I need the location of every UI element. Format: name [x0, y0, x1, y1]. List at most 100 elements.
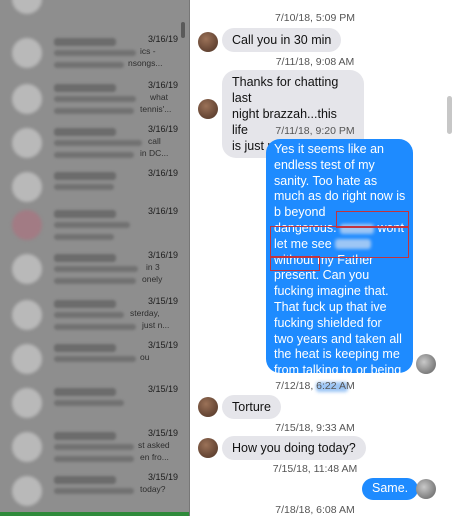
conversation-date: 3/16/19	[147, 124, 178, 134]
conversation-row[interactable]: 3/16/19 in 3 onely	[0, 248, 189, 294]
incoming-message-bubble[interactable]: How you doing today?	[222, 436, 366, 460]
snippet-redacted	[54, 266, 138, 272]
contact-avatar	[12, 254, 42, 284]
contact-avatar	[12, 300, 42, 330]
conversation-snippet: st asked	[138, 440, 170, 450]
conversation-row[interactable]: 3/15/19 ou	[0, 338, 189, 384]
conversation-date: 3/16/19	[147, 168, 178, 178]
conversation-row[interactable]: 3/16/19	[0, 204, 189, 250]
sidebar-scrollbar[interactable]	[181, 22, 185, 38]
snippet-redacted	[54, 400, 124, 406]
contact-name-redacted	[54, 38, 116, 46]
contact-avatar	[12, 432, 42, 462]
outgoing-message-bubble[interactable]: Yes it seems like an endless test of my …	[266, 139, 413, 393]
conversation-row[interactable]	[0, 0, 189, 24]
conversation-snippet: in 3	[146, 262, 160, 272]
contact-avatar	[12, 388, 42, 418]
conversation-snippet: ics -	[140, 46, 156, 56]
message-line: endless test of my	[274, 157, 375, 172]
message-timestamp: 7/12/18, 6:22 AM	[275, 380, 355, 392]
conversation-row[interactable]: 3/15/19	[0, 382, 189, 428]
snippet-redacted	[54, 152, 134, 158]
message-line: dangerous. wont	[274, 220, 404, 235]
message-line: fucking shielded for	[274, 315, 382, 330]
conversation-date: 3/15/19	[147, 428, 178, 438]
snippet-redacted	[54, 222, 130, 228]
contact-avatar	[12, 38, 42, 68]
message-transcript: 7/10/18, 5:09 PM Call you in 30 min 7/11…	[190, 0, 458, 516]
message-line: That fuck up that ive	[274, 299, 387, 314]
snippet-redacted	[54, 356, 136, 362]
message-line: without my Father	[274, 252, 374, 267]
message-timestamp: 7/15/18, 11:48 AM	[272, 463, 358, 475]
message-line: Thanks for chatting last	[232, 75, 339, 105]
sidebar-footer-bar	[0, 512, 189, 516]
conversation-snippet: today?	[140, 484, 166, 494]
message-timestamp: 7/18/18, 6:08 AM	[275, 504, 355, 516]
contact-name-redacted	[54, 344, 116, 352]
user-avatar	[416, 354, 436, 374]
conversation-row[interactable]: 3/15/19 st asked en fro...	[0, 426, 189, 472]
message-timestamp: 7/11/18, 9:20 PM	[275, 125, 355, 137]
message-line: fucking imagine that.	[274, 284, 389, 299]
conversation-date: 3/15/19	[147, 384, 178, 394]
contact-avatar	[198, 397, 218, 417]
snippet-redacted	[54, 456, 134, 462]
conversation-date: 3/15/19	[147, 340, 178, 350]
conversation-snippet: just n...	[142, 320, 170, 330]
conversation-snippet: onely	[142, 274, 163, 284]
contact-name-redacted	[54, 210, 116, 218]
contact-name-redacted	[54, 476, 116, 484]
contact-avatar	[12, 172, 42, 202]
user-avatar	[416, 479, 436, 499]
conversation-date: 3/16/19	[147, 34, 178, 44]
outgoing-message-bubble[interactable]: Same.	[362, 478, 419, 500]
contact-name-redacted	[54, 128, 116, 136]
contact-avatar	[12, 84, 42, 114]
conversation-snippet: tennis'...	[140, 104, 172, 114]
contact-name-redacted	[54, 300, 116, 308]
message-line: Yes it seems like an	[274, 142, 385, 156]
contact-avatar	[198, 32, 218, 52]
incoming-message-bubble[interactable]: Call you in 30 min	[222, 28, 342, 52]
message-line: from talking to or being	[274, 363, 402, 378]
message-line: present. Can you	[274, 268, 370, 283]
snippet-redacted	[54, 108, 134, 114]
incoming-message-bubble[interactable]: Torture	[222, 395, 281, 419]
snippet-redacted	[54, 62, 124, 68]
snippet-redacted	[54, 234, 114, 240]
snippet-redacted	[54, 278, 136, 284]
message-line: sanity. Too hate as	[274, 173, 378, 188]
conversation-snippet: sterday,	[130, 308, 160, 318]
conversation-snippet: nsongs...	[128, 58, 163, 68]
conversation-row[interactable]: 3/16/19 ics - nsongs...	[0, 32, 189, 78]
contact-avatar	[12, 476, 42, 506]
contact-avatar	[198, 438, 218, 458]
conversation-date: 3/15/19	[147, 472, 178, 482]
conversation-row[interactable]: 3/16/19 call in DC...	[0, 122, 189, 168]
conversation-list: 3/16/19 ics - nsongs... 3/16/19 what ten…	[0, 0, 190, 516]
snippet-redacted	[54, 50, 136, 56]
snippet-redacted	[54, 312, 124, 318]
message-line: let me see	[274, 237, 406, 253]
contact-name-redacted	[54, 172, 116, 180]
contact-avatar	[12, 0, 42, 14]
contact-avatar	[12, 344, 42, 374]
conversation-date: 3/16/19	[147, 206, 178, 216]
message-timestamp: 7/15/18, 9:33 AM	[275, 422, 355, 434]
redacted-name	[335, 239, 372, 250]
transcript-scrollbar[interactable]	[447, 96, 452, 134]
contact-avatar	[12, 128, 42, 158]
message-timestamp: 7/11/18, 9:08 AM	[275, 56, 355, 68]
contact-avatar	[198, 99, 218, 119]
contact-name-redacted	[54, 388, 116, 396]
snippet-redacted	[54, 488, 134, 494]
contact-name-redacted	[54, 432, 116, 440]
conversation-date: 3/16/19	[147, 250, 178, 260]
conversation-row[interactable]: 3/16/19 what tennis'...	[0, 78, 189, 124]
conversation-row[interactable]: 3/15/19 today?	[0, 470, 189, 516]
snippet-redacted	[54, 96, 136, 102]
conversation-snippet: ou	[140, 352, 150, 362]
conversation-row[interactable]: 3/15/19 sterday, just n...	[0, 294, 189, 340]
message-line: two years and taken all	[274, 331, 402, 346]
